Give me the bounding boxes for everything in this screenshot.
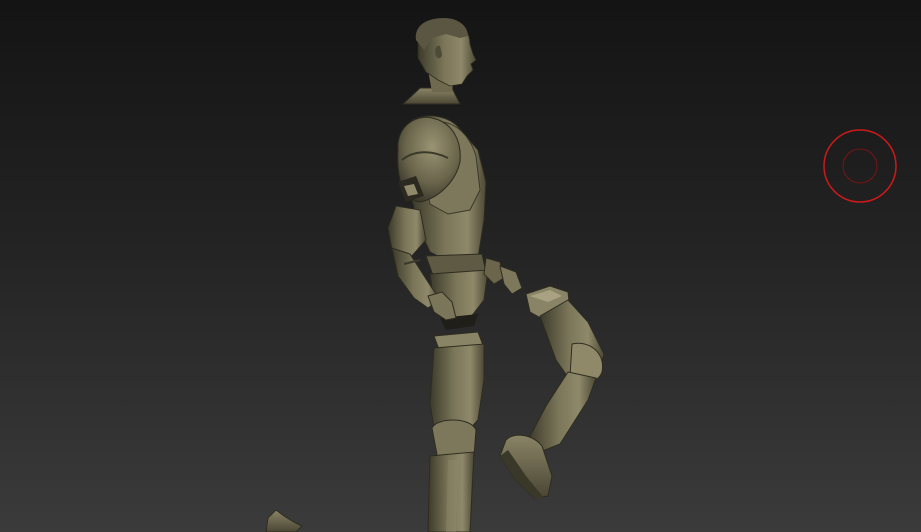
- 3d-viewport[interactable]: [0, 0, 921, 532]
- shin-highlight: [446, 460, 458, 532]
- viewport-canvas[interactable]: [0, 0, 921, 532]
